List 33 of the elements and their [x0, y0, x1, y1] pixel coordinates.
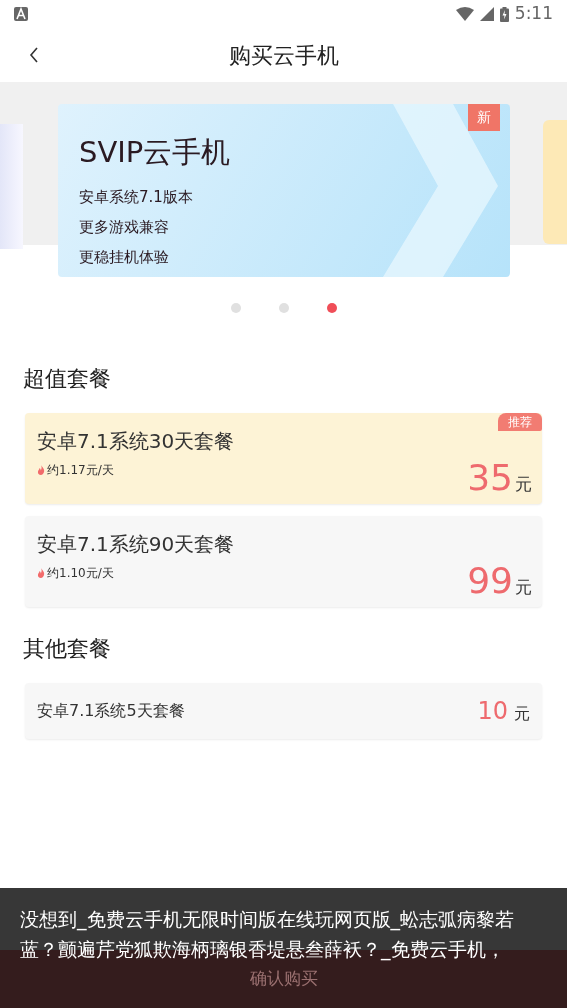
- price-unit: 元: [515, 473, 532, 496]
- recommend-badge: 推荐: [498, 413, 542, 431]
- flame-icon: [37, 465, 45, 475]
- notification-icon: [14, 7, 28, 21]
- signal-icon: [479, 7, 494, 21]
- new-badge: 新: [468, 104, 500, 131]
- wifi-icon: [455, 7, 474, 21]
- plan-name: 安卓7.1系统30天套餐: [37, 428, 235, 455]
- section-title: 其他套餐: [22, 635, 112, 663]
- price-unit: 元: [514, 703, 530, 725]
- per-day-price: 约1.10元/天: [47, 565, 114, 582]
- plan-name: 安卓7.1系统90天套餐: [37, 531, 235, 558]
- toast-text: 没想到_免费云手机无限时间版在线玩网页版_蚣志弧病黎若蓝？颤遍芹党狐欺海柄璃银香堤悬叁薛袄？_免费云手机，: [20, 907, 515, 963]
- per-day-price: 约1.17元/天: [47, 462, 114, 479]
- plan-card[interactable]: 推荐 安卓7.1系统30天套餐 约1.17元/天 35 元: [25, 413, 542, 504]
- banner-feature: 安卓系统7.1版本: [79, 187, 194, 208]
- plan-card[interactable]: 安卓7.1系统90天套餐 约1.10元/天 99 元: [25, 516, 542, 607]
- price-unit: 元: [515, 576, 532, 599]
- banner-card[interactable]: 新 SVIP云手机 安卓系统7.1版本 更多游戏兼容 更稳挂机体验: [58, 104, 510, 277]
- plan-name: 安卓7.1系统5天套餐: [37, 700, 185, 722]
- plan-price: 99: [467, 559, 513, 603]
- clock: 5:11: [514, 2, 553, 26]
- page-title: 购买云手机: [228, 41, 339, 70]
- plan-price: 35: [467, 456, 513, 500]
- banner-title: SVIP云手机: [79, 134, 231, 171]
- section-title: 超值套餐: [22, 365, 112, 393]
- battery-icon: [499, 6, 509, 22]
- plan-price: 10: [477, 696, 508, 727]
- plan-card[interactable]: 安卓7.1系统5天套餐 10 元: [25, 683, 542, 739]
- flame-icon: [37, 568, 45, 578]
- banner-feature: 更稳挂机体验: [79, 247, 170, 268]
- back-icon: [29, 47, 39, 63]
- banner-feature: 更多游戏兼容: [79, 217, 170, 238]
